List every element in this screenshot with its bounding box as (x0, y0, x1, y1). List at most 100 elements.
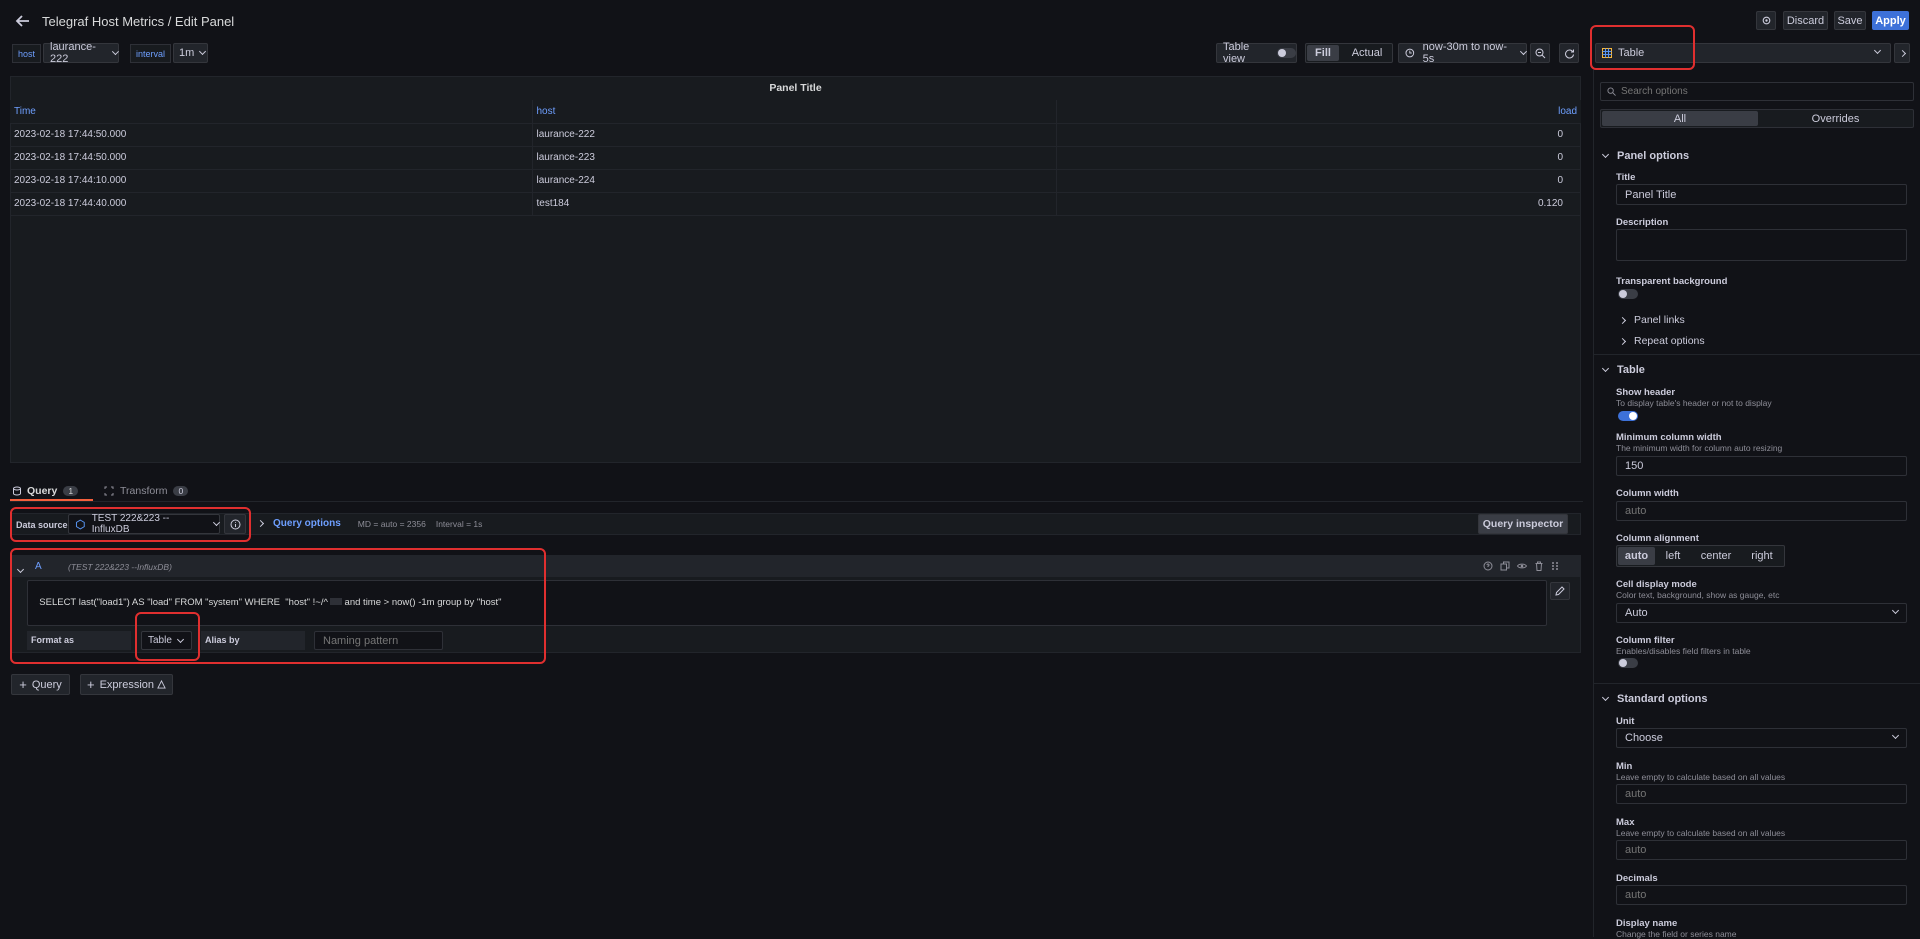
divider (1594, 354, 1920, 355)
tab-query[interactable]: Query 1 (12, 482, 79, 500)
standard-options-toggle[interactable]: Standard options (1601, 693, 1707, 705)
min-input[interactable] (1616, 784, 1907, 804)
max-label: Max (1616, 817, 1635, 828)
table-options-toggle[interactable]: Table (1601, 364, 1645, 376)
cell-time: 2023-02-18 17:44:40.000 (10, 192, 533, 216)
data-table: Time host load 2023-02-18 17:44:50.000 l… (10, 100, 1581, 216)
var-host-select[interactable]: laurance-222 (43, 41, 120, 65)
query-options-label: Query options (273, 518, 341, 529)
col-header-load[interactable]: load (1481, 100, 1581, 124)
panel-links-toggle[interactable]: Panel links (1618, 314, 1685, 326)
max-input[interactable] (1616, 840, 1907, 860)
back-button[interactable] (14, 12, 32, 30)
transparent-toggle[interactable] (1618, 289, 1638, 299)
influxdb-icon (75, 519, 85, 529)
var-interval-select[interactable]: 1m (173, 43, 208, 63)
query-inspector-button[interactable]: Query inspector (1478, 514, 1568, 534)
align-auto[interactable]: auto (1618, 547, 1655, 565)
cell-mode-value: Auto (1625, 607, 1648, 619)
visualization-name: Table (1618, 47, 1645, 59)
tabs-divider (10, 501, 1583, 502)
trash-icon[interactable] (1534, 561, 1544, 571)
format-as-select[interactable]: Table (141, 631, 192, 650)
options-search-box[interactable] (1600, 82, 1914, 101)
cell-host: laurance-223 (532, 146, 1057, 170)
table-view-toggle[interactable]: Table view (1216, 41, 1297, 65)
col-align-label: Column alignment (1616, 533, 1699, 544)
collapse-options-button[interactable] (1894, 43, 1910, 63)
query-ds-hint: (TEST 222&223 --InfluxDB) (68, 562, 172, 572)
cell-host: laurance-222 (532, 123, 1057, 147)
add-expression-button[interactable]: + Expression (80, 674, 173, 695)
query-collapse-toggle[interactable] (16, 561, 25, 575)
chevron-right-icon (1898, 49, 1906, 57)
align-left[interactable]: left (1655, 547, 1691, 565)
panel-title: Panel Title (769, 82, 822, 94)
fill-actual-group: Fill Actual (1305, 43, 1393, 63)
min-col-width-desc: The minimum width for column auto resizi… (1616, 443, 1783, 453)
col-filter-toggle[interactable] (1618, 658, 1638, 668)
save-button[interactable]: Save (1834, 11, 1866, 30)
align-right[interactable]: right (1741, 547, 1783, 565)
zoom-out-button[interactable] (1530, 43, 1550, 63)
actual-button[interactable]: Actual (1343, 45, 1391, 61)
discard-button[interactable]: Discard (1783, 11, 1828, 30)
cell-host: laurance-224 (532, 169, 1057, 193)
display-name-desc: Change the field or series name (1616, 929, 1737, 939)
eye-icon[interactable] (1517, 561, 1527, 571)
repeat-options-toggle[interactable]: Repeat options (1618, 335, 1705, 347)
chevron-down-icon (1601, 364, 1610, 373)
min-col-width-input[interactable] (1616, 456, 1907, 476)
time-range-picker[interactable]: now-30m to now-5s (1398, 41, 1528, 65)
tab-transform[interactable]: Transform 0 (104, 482, 189, 500)
tab-query-label: Query (27, 485, 58, 497)
duplicate-icon[interactable] (1500, 561, 1510, 571)
visualization-picker[interactable]: Table (1595, 43, 1891, 63)
show-header-toggle[interactable] (1618, 411, 1638, 421)
unit-select[interactable]: Choose (1616, 728, 1907, 748)
tab-transform-count: 0 (173, 486, 189, 496)
refresh-button[interactable] (1559, 43, 1579, 63)
description-textarea[interactable] (1616, 229, 1907, 261)
table-options-heading: Table (1617, 364, 1645, 376)
align-center[interactable]: center (1691, 547, 1741, 565)
chevron-down-icon (1520, 48, 1528, 55)
refresh-icon (1564, 49, 1574, 58)
unit-label: Unit (1616, 716, 1635, 727)
settings-button[interactable] (1756, 11, 1776, 30)
options-tab-overrides[interactable]: Overrides (1758, 111, 1913, 126)
drag-handle-icon[interactable] (1551, 561, 1559, 571)
search-options-input[interactable] (1621, 86, 1901, 97)
panel-options-toggle[interactable]: Panel options (1601, 150, 1690, 162)
options-tab-all[interactable]: All (1602, 111, 1758, 126)
col-header-time[interactable]: Time (10, 100, 533, 124)
col-width-input[interactable] (1616, 501, 1907, 521)
cell-mode-select[interactable]: Auto (1616, 603, 1907, 623)
add-query-button[interactable]: + Query (11, 674, 70, 695)
chevron-down-icon (1601, 150, 1610, 159)
query-editor[interactable]: SELECT last("load1") AS "load" FROM "sys… (27, 580, 1547, 626)
col-header-host[interactable]: host (532, 100, 1057, 124)
chevron-down-icon (112, 48, 120, 55)
min-desc: Leave empty to calculate based on all va… (1616, 772, 1786, 782)
fill-button[interactable]: Fill (1307, 45, 1339, 61)
transparent-label: Transparent background (1616, 276, 1728, 287)
datasource-help-button[interactable] (224, 514, 246, 534)
panel-options-heading: Panel options (1617, 150, 1690, 162)
show-header-label: Show header (1616, 387, 1676, 398)
query-options-toggle[interactable]: Query options MD = auto = 2356 Interval … (256, 518, 482, 529)
edit-query-button[interactable] (1550, 582, 1570, 600)
decimals-input[interactable] (1616, 885, 1907, 905)
search-icon (1607, 87, 1616, 96)
var-interval-value: 1m (179, 47, 195, 59)
table-header-row: Time host load (10, 100, 1581, 124)
alias-by-input[interactable] (314, 631, 443, 650)
query-ref-id[interactable]: A (35, 561, 42, 572)
transform-icon (104, 486, 114, 496)
panel-title-input[interactable] (1616, 184, 1907, 205)
datasource-picker[interactable]: TEST 222&223 --InfluxDB (68, 513, 221, 535)
table-view-switch[interactable] (1277, 48, 1296, 58)
apply-button[interactable]: Apply (1872, 11, 1909, 30)
help-icon[interactable] (1483, 561, 1493, 571)
query-header[interactable] (10, 555, 1581, 577)
